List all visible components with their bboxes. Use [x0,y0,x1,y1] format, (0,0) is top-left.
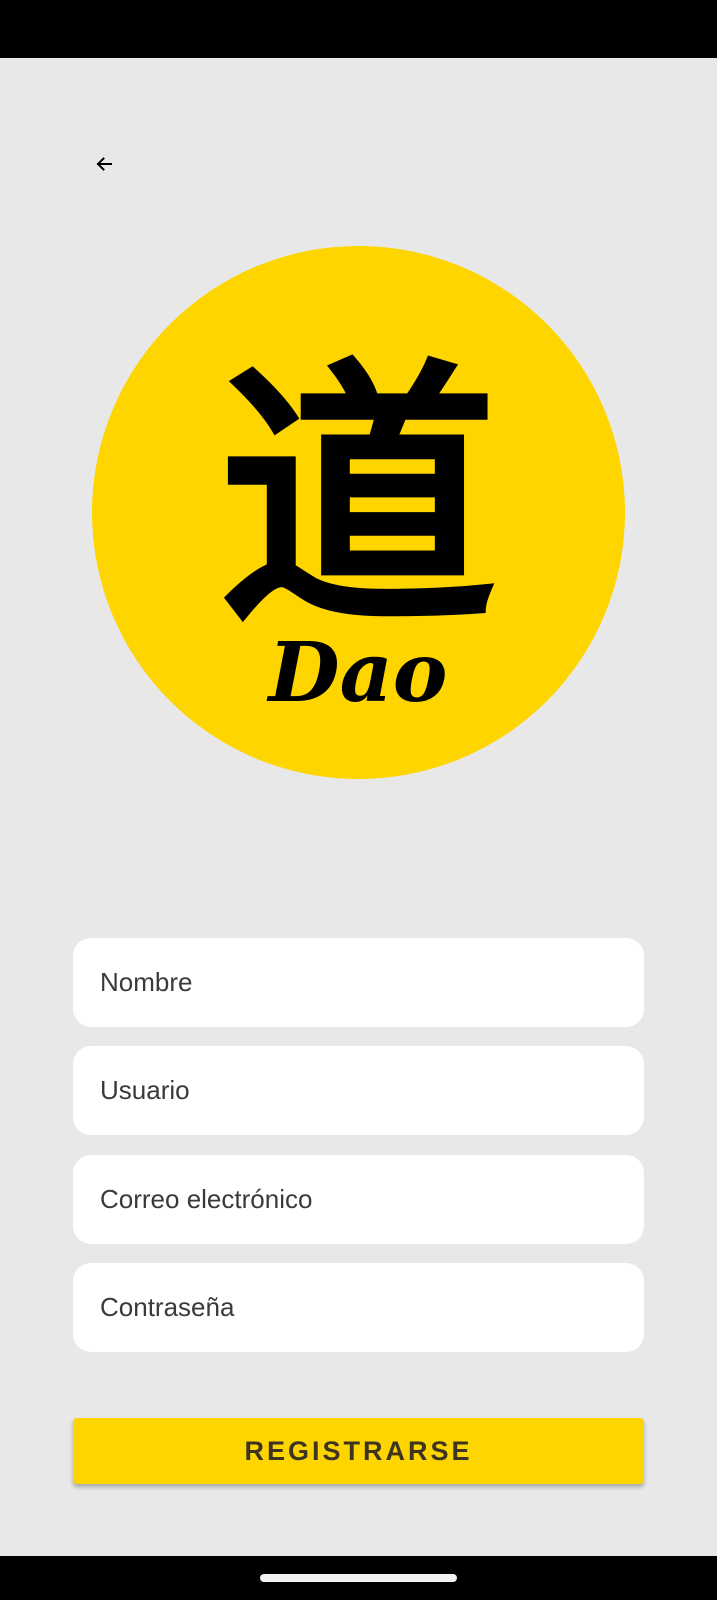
password-field[interactable] [73,1263,644,1352]
email-field[interactable] [73,1155,644,1244]
password-input[interactable] [100,1263,644,1352]
dao-glyph: 道 [218,334,498,663]
username-input[interactable] [100,1046,644,1135]
email-input[interactable] [100,1155,644,1244]
home-indicator[interactable] [260,1574,457,1582]
navigation-bar [0,1556,717,1600]
logo-text: Dao [267,625,448,721]
name-field[interactable] [73,938,644,1027]
arrow-left-icon [94,154,114,179]
back-button[interactable] [84,146,124,186]
status-bar [0,0,717,58]
name-input[interactable] [100,938,644,1027]
dao-logo: 道 Dao [92,246,625,779]
svg-text:道: 道 [218,334,498,663]
username-field[interactable] [73,1046,644,1135]
register-button[interactable]: REGISTRARSE [73,1418,644,1484]
